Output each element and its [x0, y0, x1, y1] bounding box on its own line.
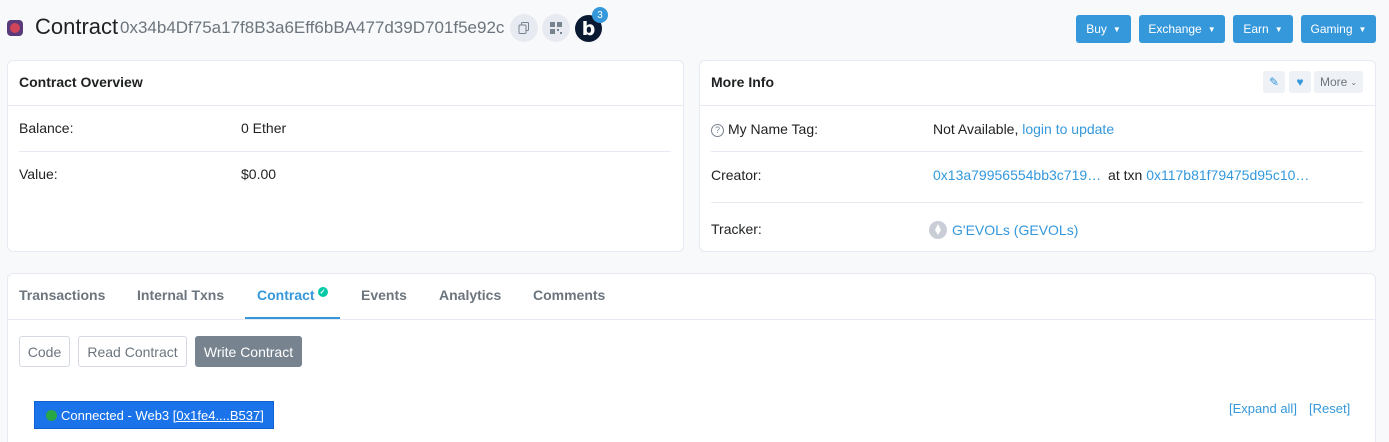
web3-connected-button[interactable]: Connected - Web3 [0x1fe4....B537] [34, 401, 274, 429]
divider [700, 105, 1375, 106]
buy-menu-button[interactable]: Buy ▼ [1076, 15, 1131, 43]
value-label: Value: [19, 166, 58, 182]
tab-contract-label: Contract [257, 287, 315, 303]
contract-overview-title: Contract Overview [19, 74, 143, 90]
page-title: Contract [35, 14, 119, 39]
divider [19, 151, 671, 152]
name-tag-value-row: Not Available, login to update [933, 121, 1114, 137]
balance-label: Balance: [19, 120, 74, 136]
expand-all-link[interactable]: [Expand all] [1229, 401, 1297, 416]
connected-status-dot [46, 409, 57, 421]
chevron-down-icon: ▼ [1207, 24, 1216, 34]
chevron-down-icon: ⌄ [1350, 77, 1358, 87]
divider [8, 105, 683, 106]
qr-code-icon[interactable] [542, 14, 570, 42]
code-button[interactable]: Code [19, 336, 70, 367]
balance-value: 0 Ether [241, 120, 287, 136]
divider [711, 151, 1363, 152]
tab-transactions[interactable]: Transactions [19, 287, 105, 303]
creator-label: Creator: [711, 167, 762, 183]
name-tag-value: Not Available, [933, 121, 1019, 137]
tracker-value-row: G'EVOLs (GEVOLs) [929, 221, 1078, 239]
chevron-down-icon: ▼ [1358, 24, 1367, 34]
login-to-update-link[interactable]: login to update [1022, 121, 1114, 137]
contract-logo-icon [7, 20, 23, 36]
question-mark-icon[interactable]: ? [711, 123, 724, 137]
tab-comments[interactable]: Comments [533, 287, 605, 303]
creator-address-link[interactable]: 0x13a79956554bb3c719… [933, 167, 1101, 183]
divider [711, 202, 1363, 203]
name-tag-label: My Name Tag: [728, 121, 818, 137]
heart-icon[interactable]: ♥ [1289, 71, 1311, 93]
chevron-down-icon: ▼ [1112, 24, 1121, 34]
buy-menu-label: Buy [1086, 22, 1107, 36]
blockscan-count-badge: 3 [592, 7, 608, 23]
web3-account-link[interactable]: [0x1fe4....B537] [173, 408, 264, 423]
tracker-token-link[interactable]: G'EVOLs (GEVOLs) [952, 222, 1078, 238]
earn-menu-button[interactable]: Earn ▼ [1233, 15, 1293, 43]
earn-menu-label: Earn [1243, 22, 1269, 36]
more-info-title: More Info [711, 74, 774, 90]
magic-wand-icon[interactable]: ✎ [1263, 71, 1285, 93]
chevron-down-icon: ▼ [1274, 24, 1283, 34]
write-contract-button[interactable]: Write Contract [195, 336, 302, 367]
tab-analytics[interactable]: Analytics [439, 287, 501, 303]
web3-status-text: Connected - Web3 [61, 407, 170, 423]
name-tag-label-row: ? My Name Tag: [711, 121, 818, 137]
reset-link[interactable]: [Reset] [1309, 401, 1350, 416]
creator-value-row: 0x13a79956554bb3c719… at txn 0x117b81f79… [933, 167, 1309, 183]
gaming-menu-label: Gaming [1310, 22, 1353, 36]
token-icon [929, 221, 947, 239]
blockscan-letter: b [581, 17, 596, 40]
verified-check-icon: ✓ [317, 287, 328, 297]
exchange-menu-button[interactable]: Exchange ▼ [1139, 15, 1225, 43]
value-value: $0.00 [241, 166, 277, 182]
tracker-label: Tracker: [711, 221, 762, 237]
exchange-menu-label: Exchange [1148, 22, 1202, 36]
creator-txn-link[interactable]: 0x117b81f79475d95c10… [1146, 167, 1309, 183]
tab-contract[interactable]: Contract ✓ [257, 287, 328, 303]
contract-address: 0x34b4Df75a17f8B3a6Eff6bBA477d39D701f5e9… [120, 18, 505, 37]
creator-at-txn-text: at txn [1108, 167, 1143, 183]
divider [8, 319, 1375, 320]
tab-events[interactable]: Events [361, 287, 407, 303]
gaming-menu-button[interactable]: Gaming ▼ [1301, 15, 1376, 43]
more-dropdown-label: More [1319, 75, 1348, 89]
more-dropdown-button[interactable]: More ⌄ [1314, 71, 1363, 93]
read-contract-button[interactable]: Read Contract [78, 336, 187, 367]
tab-internal-txns[interactable]: Internal Txns [137, 287, 224, 303]
copy-icon[interactable] [510, 14, 538, 42]
